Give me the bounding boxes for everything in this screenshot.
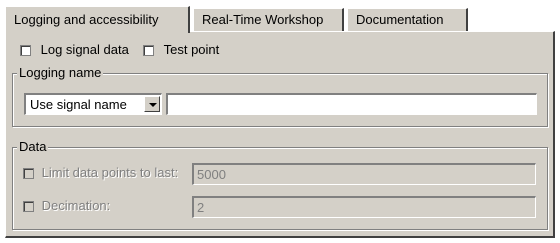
tab-bar: Logging and accessibility Real-Time Work… bbox=[5, 6, 555, 33]
limit-data-points-option[interactable]: Limit data points to last: bbox=[23, 165, 178, 180]
dropdown-button[interactable] bbox=[144, 96, 160, 112]
log-signal-data-checkbox[interactable] bbox=[20, 45, 31, 57]
test-point-checkbox[interactable] bbox=[143, 45, 154, 57]
limit-data-points-checkbox[interactable] bbox=[23, 168, 34, 180]
tab-panel: Log signal data Test point Logging name … bbox=[5, 31, 555, 238]
data-group: Data Limit data points to last: 5000 Dec… bbox=[12, 139, 548, 230]
logging-name-group: Logging name Use signal name bbox=[12, 65, 548, 127]
logging-name-input[interactable] bbox=[166, 93, 537, 115]
decimation-input[interactable]: 2 bbox=[192, 196, 536, 218]
tab-logging-and-accessibility[interactable]: Logging and accessibility bbox=[5, 6, 190, 33]
chevron-down-icon bbox=[149, 103, 157, 107]
data-title: Data bbox=[17, 139, 49, 155]
decimation-label: Decimation: bbox=[41, 198, 111, 213]
logging-name-title: Logging name bbox=[17, 65, 104, 81]
logging-name-select[interactable]: Use signal name bbox=[24, 93, 162, 115]
limit-data-points-input[interactable]: 5000 bbox=[192, 163, 536, 185]
decimation-checkbox[interactable] bbox=[23, 201, 34, 213]
log-signal-data-label: Log signal data bbox=[40, 42, 129, 57]
decimation-option[interactable]: Decimation: bbox=[23, 198, 110, 213]
tab-real-time-workshop[interactable]: Real-Time Workshop bbox=[193, 8, 344, 31]
limit-data-points-label: Limit data points to last: bbox=[41, 165, 179, 180]
tab-label: Documentation bbox=[356, 12, 444, 27]
tab-label: Real-Time Workshop bbox=[202, 12, 324, 27]
test-point-option[interactable]: Test point bbox=[143, 42, 219, 57]
tab-documentation[interactable]: Documentation bbox=[347, 8, 468, 31]
tab-label: Logging and accessibility bbox=[14, 12, 159, 27]
logging-name-select-value: Use signal name bbox=[30, 97, 127, 112]
log-signal-data-option[interactable]: Log signal data bbox=[20, 42, 129, 57]
test-point-label: Test point bbox=[163, 42, 220, 57]
